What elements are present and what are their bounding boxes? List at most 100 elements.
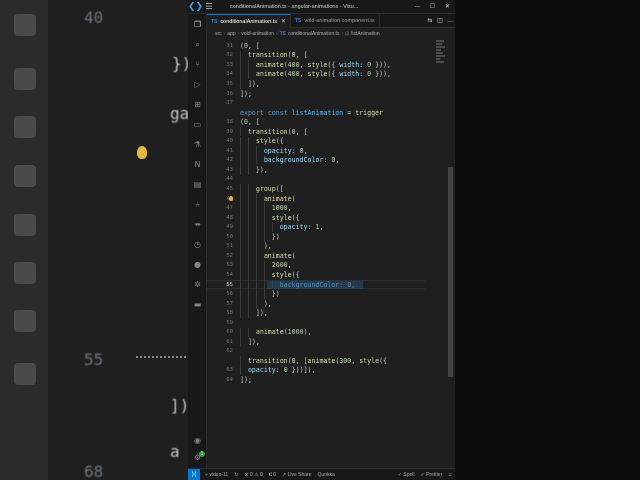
code-text: animate( [263, 194, 296, 203]
code-line[interactable]: 37 [207, 98, 447, 108]
typescript-file-icon: TS [211, 18, 218, 25]
bg-icon [14, 262, 36, 284]
code-line[interactable]: 36]); [207, 89, 447, 99]
notifications-bell-icon[interactable]: ♫ [445, 472, 455, 478]
breadcrumb-item[interactable]: listAnimation [351, 31, 379, 37]
account-icon[interactable]: ◉ [192, 435, 203, 446]
breadcrumb-item[interactable]: void-animation [241, 31, 274, 37]
minimap[interactable] [436, 39, 446, 79]
clipboard-icon[interactable]: ▤ [192, 179, 203, 190]
status-branch[interactable]: ⑂ video-11 [202, 472, 231, 478]
code-line[interactable]: 33 animate(400, style({ width: 0 })), [207, 60, 447, 70]
code-line[interactable]: 57 ), [207, 298, 447, 309]
extensions-icon[interactable]: ⊞ [192, 99, 203, 110]
code-line[interactable]: 59 [207, 318, 447, 328]
code-line[interactable]: 34 animate(400, style({ width: 0 })), [207, 69, 447, 80]
code-line[interactable]: 56 }) [207, 289, 447, 299]
status-problems[interactable]: ⊗ 0 ⚠ 0 [241, 472, 265, 478]
code-line[interactable]: 58 ]), [207, 308, 447, 318]
compare-icon[interactable]: ⇆ [425, 17, 435, 24]
menu-icon[interactable]: ☰ [202, 2, 216, 11]
remote-indicator-icon[interactable]: ⟩⟨ [188, 468, 200, 480]
code-text: transition(0, [ [247, 127, 308, 136]
kubernetes-icon[interactable]: ✲ [192, 279, 203, 290]
timeline-icon[interactable]: ◷ [192, 239, 203, 250]
code-line[interactable]: 32 transition(0, [ [207, 50, 447, 61]
code-text: transition(0, [ [247, 51, 308, 60]
code-line[interactable]: 53 2000, [207, 260, 447, 271]
code-text: opacity: 0 }))]), [247, 366, 316, 375]
line-number: 39 [226, 128, 233, 135]
docker-icon[interactable]: ▬ [192, 299, 203, 310]
status-ports[interactable]: ⑆ 0 [266, 472, 279, 478]
breadcrumb-item[interactable]: conditionalAnimation.ts [288, 31, 339, 37]
tab-close-icon[interactable]: ✕ [281, 18, 286, 25]
nx-console-icon[interactable]: N [192, 159, 203, 170]
code-line[interactable]: 43 }), [207, 165, 447, 175]
code-line[interactable]: 54 style({ [207, 270, 447, 280]
code-line[interactable]: 64]); [207, 375, 447, 385]
remote-explorer-icon[interactable]: ▭ [192, 119, 203, 130]
minimize-icon[interactable]: — [410, 3, 425, 10]
code-line[interactable]: 60 animate(1000), [207, 327, 447, 338]
code-text: opacity: 1, [279, 223, 324, 232]
code-line[interactable]: 48 style({ [207, 212, 447, 223]
breadcrumb-item[interactable]: src [215, 31, 222, 37]
status-sync[interactable]: ↻ [231, 472, 241, 478]
github-icon[interactable]: ● [192, 259, 203, 270]
line-number: 35 [226, 80, 233, 87]
more-actions-icon[interactable]: … [445, 17, 455, 24]
testing-icon[interactable]: ⚗ [192, 139, 203, 150]
search-icon[interactable]: ⌕ [192, 39, 203, 50]
code-line[interactable]: 61 ]), [207, 337, 447, 347]
scrollbar-thumb[interactable] [448, 167, 453, 377]
code-line[interactable]: 47 1000, [207, 203, 447, 213]
run-debug-icon[interactable]: ▷ [192, 79, 203, 90]
tab-label: void-animation.component.ts [304, 18, 375, 24]
code-line[interactable]: 44 [207, 175, 447, 185]
source-control-icon[interactable]: ⑂ [192, 59, 203, 70]
code-line[interactable]: 40 style({ [207, 136, 447, 147]
code-line[interactable]: 51 ), [207, 241, 447, 252]
close-icon[interactable]: ✕ [440, 3, 455, 10]
code-line[interactable]: 45 group([ [207, 184, 447, 194]
status-live-share[interactable]: ↗ Live Share [279, 472, 315, 478]
breadcrumb-item[interactable]: app [227, 31, 235, 37]
tab-conditional-animation[interactable]: TS conditionalAnimation.ts ✕ [207, 14, 291, 28]
code-text: ]); [240, 376, 252, 385]
code-line[interactable]: 62 [207, 347, 447, 357]
bg-code: a [170, 442, 180, 461]
vertical-scrollbar[interactable] [447, 39, 454, 468]
split-editor-icon[interactable]: ◫ [435, 17, 445, 24]
code-line[interactable]: 49 opacity: 1, [207, 222, 447, 232]
code-line[interactable]: 50 }) [207, 232, 447, 242]
code-line[interactable]: 35 ]), [207, 79, 447, 89]
status-spell[interactable]: ✓ Spell [395, 472, 418, 478]
lightbulb-icon[interactable] [229, 195, 233, 201]
code-line[interactable]: 63 opacity: 0 }))]), [207, 365, 447, 376]
code-line[interactable]: 39 transition(0, [ [207, 126, 447, 137]
code-text: style({ [271, 270, 300, 279]
code-line[interactable]: 31 (0, [ [207, 41, 447, 51]
line-number: 47 [226, 205, 233, 212]
tab-void-animation-component[interactable]: TS void-animation.component.ts [291, 14, 380, 28]
code-line[interactable]: 52 animate( [207, 251, 447, 261]
bg-icon [14, 14, 36, 36]
maximize-icon[interactable]: ☐ [425, 3, 440, 10]
code-line[interactable]: transition(0, [animate(300, style({ [207, 356, 447, 366]
code-line[interactable]: 41 opacity: 0, [207, 146, 447, 156]
git-graph-icon[interactable]: ⑃ [192, 199, 203, 210]
code-editor[interactable]: 31 (0, [32 transition(0, [33 animate(400,… [207, 39, 455, 468]
code-line[interactable]: 46 animate( [207, 193, 447, 204]
code-text: (0, [ [240, 41, 260, 50]
code-line[interactable]: 42 backgroundColor: 0, [207, 155, 447, 166]
explorer-icon[interactable]: ❐ [192, 19, 203, 30]
status-quokka[interactable]: Quokka [315, 472, 338, 478]
line-number: 44 [226, 176, 233, 183]
status-prettier[interactable]: ✓ Prettier [418, 472, 446, 478]
deploy-icon[interactable]: ➠ [192, 219, 203, 230]
code-text: animate( [263, 251, 296, 260]
code-line[interactable]: export const listAnimation = trigger [207, 108, 447, 118]
line-number: 61 [226, 338, 233, 345]
code-line[interactable]: 38 (0, [ [207, 117, 447, 127]
